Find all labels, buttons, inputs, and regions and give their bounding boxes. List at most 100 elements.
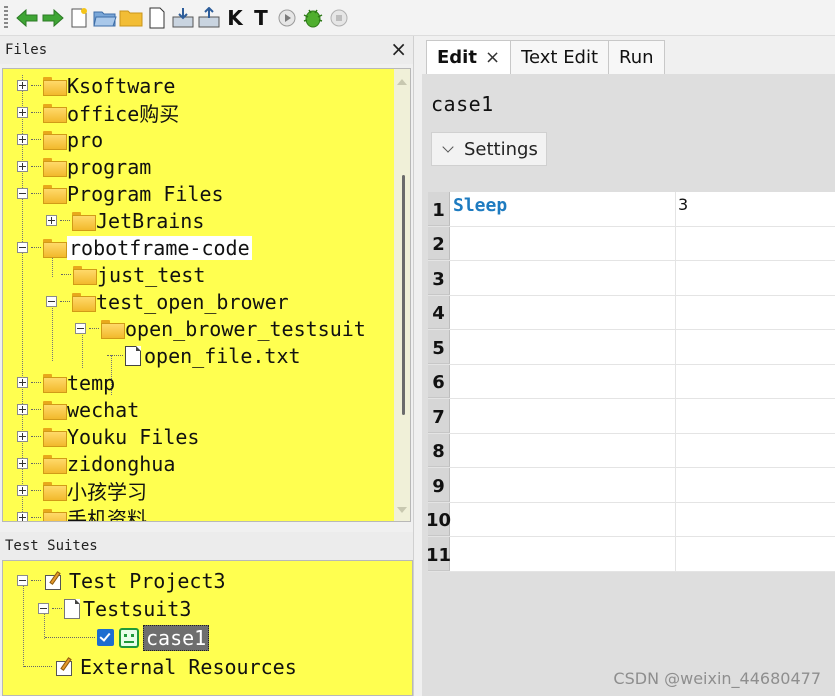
export-icon[interactable] [196, 5, 222, 31]
collapse-icon[interactable] [38, 603, 49, 614]
tab-run[interactable]: Run [608, 40, 665, 74]
suite-tree-item-suite[interactable]: Testsuit3 [38, 595, 191, 622]
row-number[interactable]: 9 [428, 468, 450, 502]
expand-icon[interactable] [17, 134, 28, 145]
bug-icon[interactable] [300, 5, 326, 31]
keyword-search-icon[interactable]: K [222, 5, 248, 31]
argument-cell[interactable] [676, 468, 835, 502]
collapse-icon[interactable] [17, 188, 28, 199]
open-folder-icon[interactable] [92, 5, 118, 31]
close-icon[interactable]: × [485, 47, 500, 68]
collapse-icon[interactable] [75, 323, 86, 334]
folder-icon[interactable] [118, 5, 144, 31]
files-scrollbar[interactable] [394, 69, 410, 521]
scroll-down-icon[interactable] [397, 507, 407, 513]
row-number[interactable]: 8 [428, 433, 450, 467]
import-icon[interactable] [170, 5, 196, 31]
toolbar-grip[interactable] [4, 5, 8, 30]
argument-cell[interactable] [676, 399, 835, 433]
tree-item[interactable]: 手机资料 [17, 504, 147, 521]
row-number[interactable]: 3 [428, 261, 450, 295]
tree-item[interactable]: pro [17, 126, 103, 153]
tree-item[interactable]: JetBrains [46, 207, 204, 234]
keyword-cell[interactable] [450, 468, 676, 502]
row-number[interactable]: 11 [426, 537, 451, 571]
run-icon[interactable] [274, 5, 300, 31]
test-search-icon[interactable]: T [248, 5, 274, 31]
tree-item[interactable]: Program Files [17, 180, 224, 207]
keyword-cell[interactable] [450, 502, 676, 536]
scroll-thumb[interactable] [402, 175, 405, 415]
tree-item[interactable]: open_brower_testsuit [75, 315, 366, 342]
expand-icon[interactable] [17, 458, 28, 469]
expand-icon[interactable] [17, 485, 28, 496]
argument-cell[interactable] [676, 503, 835, 537]
splitter[interactable] [413, 36, 422, 696]
tab-edit[interactable]: Edit × [426, 40, 512, 74]
row-number[interactable]: 6 [428, 364, 450, 398]
files-pane-close-button[interactable]: × [390, 37, 407, 61]
tree-item[interactable]: Ksoftware [17, 72, 175, 99]
tree-item[interactable]: zidonghua [17, 450, 175, 477]
tree-item[interactable]: wechat [17, 396, 139, 423]
tree-item[interactable]: test_open_brower [46, 288, 289, 315]
forward-arrow-icon[interactable] [40, 5, 66, 31]
row-number[interactable]: 10 [426, 502, 451, 536]
argument-cell[interactable]: 3 [676, 192, 835, 226]
row-number[interactable]: 1 [428, 192, 450, 226]
argument-cell[interactable] [676, 296, 835, 330]
tree-item[interactable]: office购买 [17, 99, 179, 126]
tree-item[interactable]: temp [17, 369, 115, 396]
keyword-cell[interactable]: Sleep [450, 192, 676, 226]
collapse-icon[interactable] [17, 242, 28, 253]
argument-cell[interactable] [676, 537, 835, 571]
blank-page-icon[interactable] [144, 5, 170, 31]
suite-tree-item-project[interactable]: Test Project3 [17, 567, 226, 594]
keyword-cell[interactable] [450, 433, 676, 467]
tree-item[interactable]: robotframe-code [17, 234, 252, 261]
stop-icon[interactable] [326, 5, 352, 31]
tree-item[interactable]: open_file.txt [107, 342, 301, 369]
suite-tree-item-case[interactable]: case1 [45, 624, 210, 651]
new-file-icon[interactable] [66, 5, 92, 31]
argument-cell[interactable] [676, 365, 835, 399]
back-arrow-icon[interactable] [14, 5, 40, 31]
row-number[interactable]: 5 [428, 330, 450, 364]
expand-icon[interactable] [17, 80, 28, 91]
scroll-up-icon[interactable] [397, 79, 407, 85]
keyword-cell[interactable] [450, 364, 676, 398]
argument-cell[interactable] [676, 330, 835, 364]
table-row: 8 [428, 433, 835, 468]
expand-icon[interactable] [17, 431, 28, 442]
argument-cell[interactable] [676, 434, 835, 468]
expand-icon[interactable] [17, 377, 28, 388]
argument-cell[interactable] [676, 227, 835, 261]
row-number[interactable]: 2 [428, 226, 450, 260]
tree-item[interactable]: Youku Files [17, 423, 199, 450]
keyword-cell[interactable] [450, 261, 676, 295]
tree-item[interactable]: 小孩学习 [17, 477, 147, 504]
collapse-icon[interactable] [17, 575, 28, 586]
expand-icon[interactable] [17, 404, 28, 415]
keyword-cell[interactable] [450, 399, 676, 433]
keyword-cell[interactable] [450, 226, 676, 260]
expand-icon[interactable] [17, 161, 28, 172]
tree-item[interactable]: program [17, 153, 151, 180]
expand-icon[interactable] [17, 512, 28, 521]
argument-cell[interactable] [676, 261, 835, 295]
tree-item[interactable]: just_test [61, 261, 205, 288]
expand-icon[interactable] [17, 107, 28, 118]
file-icon [125, 345, 141, 366]
tree-item-label-selected: robotframe-code [67, 235, 252, 260]
keyword-cell[interactable] [450, 537, 676, 571]
settings-button[interactable]: Settings [431, 132, 547, 166]
collapse-icon[interactable] [46, 296, 57, 307]
checkbox-checked[interactable] [97, 629, 114, 646]
keyword-cell[interactable] [450, 295, 676, 329]
keyword-cell[interactable] [450, 330, 676, 364]
row-number[interactable]: 4 [428, 295, 450, 329]
suite-tree-item-external[interactable]: External Resources [24, 653, 297, 680]
row-number[interactable]: 7 [428, 399, 450, 433]
tab-text-edit[interactable]: Text Edit [510, 40, 610, 74]
expand-icon[interactable] [46, 215, 57, 226]
